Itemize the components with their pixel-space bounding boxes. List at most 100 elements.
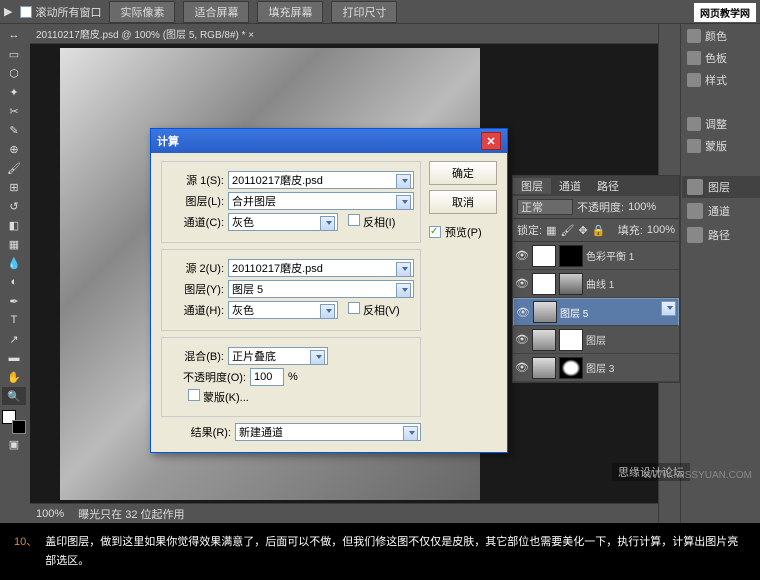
cancel-button[interactable]: 取消 xyxy=(429,190,497,214)
blending-select[interactable]: 正片叠底 xyxy=(228,347,328,365)
layer1-select[interactable]: 合并图层 xyxy=(228,192,414,210)
color-swatches[interactable] xyxy=(2,410,26,434)
arrow-icon: ▶ xyxy=(4,5,12,18)
gradient-tool[interactable]: ▦ xyxy=(2,235,26,253)
fill-screen-button[interactable]: 填充屏幕 xyxy=(257,1,323,23)
right-tab-layers[interactable]: 图层 xyxy=(682,176,760,198)
quickmask-icon[interactable]: ▣ xyxy=(2,435,26,453)
toolbox: ↔ ▭ ⬡ ✦ ✂ ✎ ⊕ 🖌 ⊞ ↺ ◧ ▦ 💧 ◐ ✒ T ↗ ▬ ✋ 🔍 … xyxy=(0,24,30,523)
styles-icon xyxy=(687,73,701,87)
layer-row[interactable]: 👁图层 xyxy=(513,326,679,354)
swatches-icon xyxy=(687,51,701,65)
source2-select[interactable]: 20110217磨皮.psd xyxy=(228,259,414,277)
layer-mask xyxy=(559,273,583,295)
wand-tool[interactable]: ✦ xyxy=(2,83,26,101)
move-tool[interactable]: ↔ xyxy=(2,26,26,44)
tab-paths[interactable]: 路径 xyxy=(589,178,627,194)
eye-icon[interactable]: 👁 xyxy=(515,249,529,263)
layer-mask xyxy=(559,329,583,351)
source2-label: 源 2(U): xyxy=(168,260,224,276)
zoom-level[interactable]: 100% xyxy=(36,508,64,520)
eye-icon[interactable]: 👁 xyxy=(515,361,529,375)
options-bar: ▶ 滚动所有窗口 实际像素 适合屏幕 填充屏幕 打印尺寸 网页教学网 xyxy=(0,0,760,24)
layer-thumb xyxy=(533,301,557,323)
color-panel-button[interactable]: 颜色 xyxy=(683,26,758,46)
layer-row[interactable]: 👁色彩平衡 1 xyxy=(513,242,679,270)
channels-icon xyxy=(687,203,703,219)
styles-panel-button[interactable]: 样式 xyxy=(683,70,758,90)
pen-tool[interactable]: ✒ xyxy=(2,292,26,310)
zoom-tool[interactable]: 🔍 xyxy=(2,387,26,405)
stamp-tool[interactable]: ⊞ xyxy=(2,178,26,196)
path-tool[interactable]: ↗ xyxy=(2,330,26,348)
crop-tool[interactable]: ✂ xyxy=(2,102,26,120)
eye-icon[interactable]: 👁 xyxy=(516,305,530,319)
mask-checkbox[interactable]: 蒙版(K)... xyxy=(188,389,249,405)
layer-thumb xyxy=(532,273,556,295)
lock-paint-icon[interactable]: 🖌 xyxy=(560,224,574,237)
type-tool[interactable]: T xyxy=(2,311,26,329)
adjustments-panel-button[interactable]: 调整 xyxy=(683,114,758,134)
ok-button[interactable]: 确定 xyxy=(429,161,497,185)
tab-channels[interactable]: 通道 xyxy=(551,178,589,194)
result-select[interactable]: 新建通道 xyxy=(235,423,421,441)
tutorial-caption: 10、 盖印图层，做到这里如果你觉得效果满意了，后面可以不做，但我们修这图不仅仅… xyxy=(0,523,760,580)
scroll-all-checkbox[interactable]: 滚动所有窗口 xyxy=(20,4,101,20)
channel1-select[interactable]: 灰色 xyxy=(228,213,338,231)
eraser-tool[interactable]: ◧ xyxy=(2,216,26,234)
dodge-tool[interactable]: ◐ xyxy=(2,273,26,291)
print-size-button[interactable]: 打印尺寸 xyxy=(331,1,397,23)
invert2-checkbox[interactable]: 反相(V) xyxy=(348,302,400,318)
layer-thumb xyxy=(532,245,556,267)
lock-all-icon[interactable]: 🔒 xyxy=(592,224,606,237)
actual-pixels-button[interactable]: 实际像素 xyxy=(109,1,175,23)
blending-label: 混合(B): xyxy=(168,348,224,364)
lasso-tool[interactable]: ⬡ xyxy=(2,64,26,82)
brush-tool[interactable]: 🖌 xyxy=(2,159,26,177)
invert1-checkbox[interactable]: 反相(I) xyxy=(348,214,395,230)
eye-icon[interactable]: 👁 xyxy=(515,277,529,291)
heal-tool[interactable]: ⊕ xyxy=(2,140,26,158)
opacity-input[interactable]: 100 xyxy=(250,368,284,386)
lock-pixels-icon[interactable]: ▦ xyxy=(546,224,556,237)
fill-value[interactable]: 100% xyxy=(647,224,675,236)
source1-select[interactable]: 20110217磨皮.psd xyxy=(228,171,414,189)
blur-tool[interactable]: 💧 xyxy=(2,254,26,272)
masks-panel-button[interactable]: 蒙版 xyxy=(683,136,758,156)
mask-icon xyxy=(687,139,701,153)
blend-mode-select[interactable]: 正常 xyxy=(517,199,573,215)
source1-label: 源 1(S): xyxy=(168,172,224,188)
channel2-select[interactable]: 灰色 xyxy=(228,301,338,319)
document-tab[interactable]: 20110217磨皮.psd @ 100% (图层 5, RGB/8#) * × xyxy=(30,24,658,44)
layer-mask xyxy=(559,245,583,267)
eyedropper-tool[interactable]: ✎ xyxy=(2,121,26,139)
marquee-tool[interactable]: ▭ xyxy=(2,45,26,63)
close-icon[interactable]: ✕ xyxy=(481,132,501,150)
credit-url: WWW.MISSYUAN.COM xyxy=(643,470,752,481)
fit-screen-button[interactable]: 适合屏幕 xyxy=(183,1,249,23)
eye-icon[interactable]: 👁 xyxy=(515,333,529,347)
status-info: 曝光只在 32 位起作用 xyxy=(78,506,184,522)
lock-move-icon[interactable]: ✥ xyxy=(578,224,587,237)
layer1-label: 图层(L): xyxy=(168,193,224,209)
paths-icon xyxy=(687,227,703,243)
right-tab-paths[interactable]: 路径 xyxy=(682,224,760,246)
right-tab-channels[interactable]: 通道 xyxy=(682,200,760,222)
tab-layers[interactable]: 图层 xyxy=(513,178,551,194)
shape-tool[interactable]: ▬ xyxy=(2,349,26,367)
layer2-label: 图层(Y): xyxy=(168,281,224,297)
adjust-icon xyxy=(687,117,701,131)
swatches-panel-button[interactable]: 色板 xyxy=(683,48,758,68)
layer-row[interactable]: 👁图层 3 xyxy=(513,354,679,382)
hand-tool[interactable]: ✋ xyxy=(2,368,26,386)
channel1-label: 通道(C): xyxy=(168,214,224,230)
layer-row[interactable]: 👁曲线 1 xyxy=(513,270,679,298)
preview-checkbox[interactable]: 预览(P) xyxy=(429,224,497,240)
dialog-titlebar[interactable]: 计算 ✕ xyxy=(151,129,507,153)
watermark: 网页教学网 xyxy=(694,3,756,22)
history-brush-tool[interactable]: ↺ xyxy=(2,197,26,215)
layer-row[interactable]: 👁图层 5 xyxy=(513,298,679,326)
layer2-select[interactable]: 图层 5 xyxy=(228,280,414,298)
dialog-title: 计算 xyxy=(157,133,179,149)
opacity-value[interactable]: 100% xyxy=(628,201,656,213)
